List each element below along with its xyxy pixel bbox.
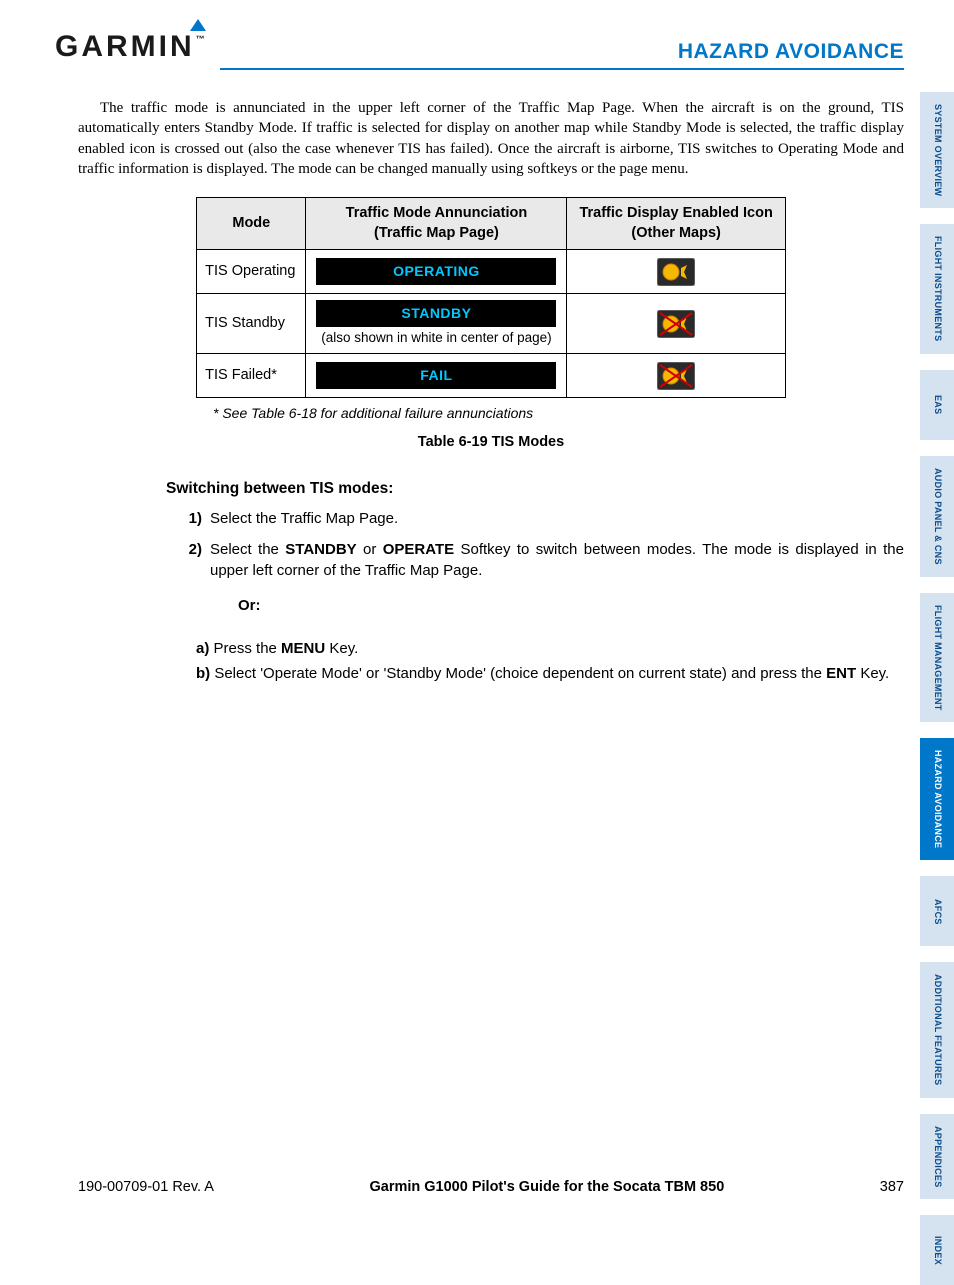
- side-tab[interactable]: EAS: [920, 370, 954, 440]
- mode-cell: TIS Failed*: [197, 354, 306, 398]
- footer-doc-rev: 190-00709-01 Rev. A: [78, 1179, 214, 1195]
- side-tabs: SYSTEM OVERVIEW FLIGHT INSTRUMENTS EAS AUDI…: [920, 92, 954, 1285]
- procedure-heading: Switching between TIS modes:: [166, 479, 904, 500]
- side-tab[interactable]: SYSTEM OVERVIEW: [920, 92, 954, 208]
- traffic-icon-cell: [567, 250, 785, 294]
- procedure-steps: 1)Select the Traffic Map Page. 2)Select t…: [186, 508, 904, 626]
- footer-doc-title: Garmin G1000 Pilot's Guide for the Socat…: [369, 1179, 724, 1195]
- sub-step-item: b) Select 'Operate Mode' or 'Standby Mod…: [196, 661, 904, 687]
- traffic-crossed-icon: [657, 310, 695, 338]
- annunciation-cell: OPERATING: [306, 250, 567, 294]
- mode-cell: TIS Standby: [197, 294, 306, 354]
- section-title: HAZARD AVOIDANCE: [678, 40, 904, 64]
- table-header-annunciation: Traffic Mode Annunciation(Traffic Map Pa…: [306, 198, 567, 250]
- logo-triangle-icon: [190, 19, 206, 31]
- side-tab[interactable]: INDEX: [920, 1215, 954, 1285]
- page-footer: 190-00709-01 Rev. A Garmin G1000 Pilot's…: [78, 1179, 904, 1195]
- or-label: Or:: [186, 591, 904, 626]
- side-tab[interactable]: AUDIO PANEL & CNS: [920, 456, 954, 577]
- side-tab[interactable]: APPENDICES: [920, 1114, 954, 1200]
- side-tab[interactable]: AFCS: [920, 876, 954, 946]
- traffic-normal-icon: [657, 258, 695, 286]
- table-footnote: * See Table 6-18 for additional failure …: [213, 404, 904, 423]
- procedure-sub-steps: a) Press the MENU Key.b) Select 'Operate…: [196, 636, 904, 687]
- traffic-icon-cell: [567, 354, 785, 398]
- sub-step-item: a) Press the MENU Key.: [196, 636, 904, 662]
- step-item: 2)Select the STANDBY or OPERATE Softkey …: [186, 539, 904, 581]
- traffic-icon-cell: [567, 294, 785, 354]
- intro-paragraph: The traffic mode is annunciated in the u…: [78, 98, 904, 179]
- mode-cell: TIS Operating: [197, 250, 306, 294]
- annunciation-cell: FAIL: [306, 354, 567, 398]
- table-header-mode: Mode: [197, 198, 306, 250]
- table-caption: Table 6-19 TIS Modes: [78, 433, 904, 453]
- footer-page-number: 387: [880, 1179, 904, 1195]
- side-tab[interactable]: ADDITIONAL FEATURES: [920, 962, 954, 1097]
- side-tab[interactable]: FLIGHT MANAGEMENT: [920, 593, 954, 723]
- table-header-icon: Traffic Display Enabled Icon(Other Maps): [567, 198, 785, 250]
- table-row: TIS OperatingOPERATING: [197, 250, 786, 294]
- side-tab[interactable]: FLIGHT INSTRUMENTS: [920, 224, 954, 353]
- table-row: TIS StandbySTANDBY(also shown in white i…: [197, 294, 786, 354]
- step-item: 1)Select the Traffic Map Page.: [186, 508, 904, 529]
- side-tab[interactable]: HAZARD AVOIDANCE: [920, 738, 954, 860]
- tis-modes-table: Mode Traffic Mode Annunciation(Traffic M…: [196, 197, 786, 398]
- table-row: TIS Failed*FAIL: [197, 354, 786, 398]
- garmin-logo: GARMIN™: [55, 30, 204, 64]
- traffic-crossed-icon: [657, 362, 695, 390]
- annunciation-cell: STANDBY(also shown in white in center of…: [306, 294, 567, 354]
